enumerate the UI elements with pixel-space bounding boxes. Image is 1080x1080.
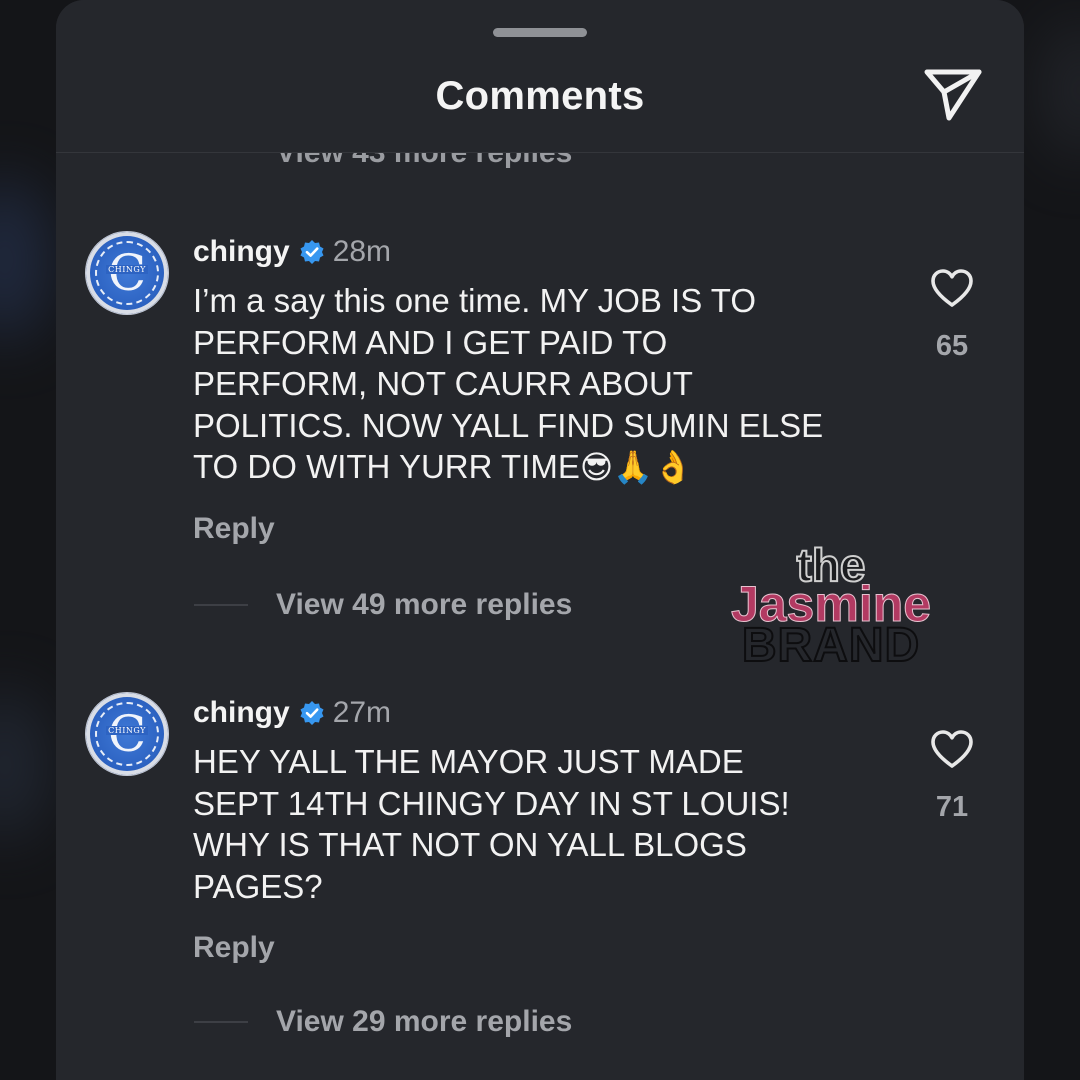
timestamp: 27m: [332, 696, 392, 729]
username[interactable]: chingy: [193, 235, 290, 269]
sheet-title: Comments: [435, 74, 645, 118]
comment-meta: chingy 27m: [193, 693, 391, 733]
avatar-label: CHINGY: [106, 265, 148, 274]
heart-icon: [931, 730, 973, 768]
reply-button[interactable]: Reply: [193, 512, 275, 546]
comment-emojis: 😎🙏👌: [579, 448, 693, 486]
view-replies-button[interactable]: View 29 more replies: [194, 1005, 572, 1039]
like-button[interactable]: [930, 729, 974, 769]
drag-handle[interactable]: [493, 28, 587, 37]
backdrop-glow: [0, 180, 50, 340]
verified-badge-icon: [300, 240, 324, 264]
comment-text: I’m a say this one time. MY JOB IS TO PE…: [193, 280, 893, 489]
avatar[interactable]: C CHINGY: [86, 693, 168, 775]
like-count: 71: [935, 791, 969, 823]
avatar[interactable]: C CHINGY: [86, 232, 168, 314]
backdrop-glow: [0, 690, 50, 840]
view-replies-label: View 29 more replies: [276, 1005, 573, 1038]
avatar-label: CHINGY: [106, 726, 148, 735]
heart-icon: [931, 269, 973, 307]
timestamp: 28m: [332, 235, 392, 268]
share-button[interactable]: [922, 66, 984, 124]
comment-meta: chingy 28m: [193, 232, 391, 272]
paper-plane-icon: [924, 69, 982, 121]
username[interactable]: chingy: [193, 696, 290, 730]
verified-badge-icon: [300, 701, 324, 725]
sheet-header: Comments: [56, 0, 1024, 153]
view-replies-label: View 49 more replies: [276, 588, 573, 621]
comment-body: I’m a say this one time. MY JOB IS TO PE…: [193, 282, 824, 485]
comment-text: HEY YALL THE MAYOR JUST MADE SEPT 14TH C…: [193, 743, 790, 905]
reply-button[interactable]: Reply: [193, 931, 275, 965]
watermark-line-brand: BRAND: [741, 619, 921, 673]
replies-divider: [194, 604, 248, 606]
like-button[interactable]: [930, 268, 974, 308]
replies-divider: [194, 1021, 248, 1023]
like-count: 65: [935, 330, 969, 362]
backdrop-glow: [1040, 20, 1080, 160]
view-replies-button[interactable]: View 49 more replies: [194, 588, 572, 622]
watermark-logo: the Jasmine BRAND: [716, 539, 946, 673]
